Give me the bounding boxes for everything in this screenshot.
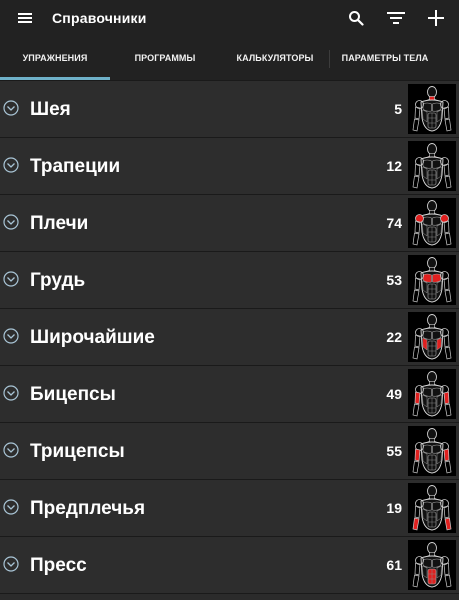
list-item[interactable]: Широчайшие 22 xyxy=(0,309,459,366)
list-item[interactable]: Бицепсы 49 xyxy=(0,366,459,423)
list-item[interactable]: Пресс 61 xyxy=(0,537,459,594)
app-bar-actions xyxy=(345,0,447,36)
chevron-down-icon[interactable] xyxy=(3,157,19,173)
filter-icon[interactable] xyxy=(385,7,407,29)
exercise-count: 49 xyxy=(386,386,402,402)
exercise-count: 55 xyxy=(386,443,402,459)
tab-label: ПАРАМЕТРЫ ТЕЛА xyxy=(341,53,429,63)
muscle-figure-icon xyxy=(408,312,456,362)
muscle-group-label: Предплечья xyxy=(30,498,146,519)
tab-calculators[interactable]: КАЛЬКУЛЯТОРЫ xyxy=(220,36,330,80)
muscle-figure-icon xyxy=(408,369,456,419)
tab-label: ПРОГРАММЫ xyxy=(134,53,196,63)
page-title: Справочники xyxy=(52,10,147,26)
muscle-group-list: Шея 5 Трапеции 12 Плечи 74 Грудь 53 Широ… xyxy=(0,81,459,594)
list-item[interactable]: Плечи 74 xyxy=(0,195,459,252)
muscle-figure-icon xyxy=(408,426,456,476)
muscle-figure-icon xyxy=(408,540,456,590)
muscle-group-label: Пресс xyxy=(30,555,87,576)
tab-body-params[interactable]: ПАРАМЕТРЫ ТЕЛА xyxy=(330,36,440,80)
tab-exercises[interactable]: УПРАЖНЕНИЯ xyxy=(0,36,110,80)
plus-icon[interactable] xyxy=(425,7,447,29)
muscle-figure-icon xyxy=(408,255,456,305)
muscle-group-label: Широчайшие xyxy=(30,327,155,348)
muscle-group-label: Шея xyxy=(30,99,71,120)
menu-icon[interactable] xyxy=(18,11,36,25)
exercise-count: 61 xyxy=(386,557,402,573)
muscle-group-label: Грудь xyxy=(30,270,86,291)
list-item[interactable]: Грудь 53 xyxy=(0,252,459,309)
muscle-figure-icon xyxy=(408,141,456,191)
search-icon[interactable] xyxy=(345,7,367,29)
muscle-group-label: Трицепсы xyxy=(30,441,125,462)
muscle-figure-icon xyxy=(408,483,456,533)
exercise-count: 19 xyxy=(386,500,402,516)
tab-bar: УПРАЖНЕНИЯ ПРОГРАММЫ КАЛЬКУЛЯТОРЫ ПАРАМЕ… xyxy=(0,36,459,81)
chevron-down-icon[interactable] xyxy=(3,556,19,572)
list-item[interactable]: Предплечья 19 xyxy=(0,480,459,537)
muscle-group-label: Бицепсы xyxy=(30,384,116,405)
chevron-down-icon[interactable] xyxy=(3,271,19,287)
muscle-group-label: Трапеции xyxy=(30,156,121,177)
exercise-count: 5 xyxy=(394,101,402,117)
chevron-down-icon[interactable] xyxy=(3,214,19,230)
tab-programs[interactable]: ПРОГРАММЫ xyxy=(110,36,220,80)
tab-label: УПРАЖНЕНИЯ xyxy=(22,53,88,63)
exercise-count: 53 xyxy=(386,272,402,288)
chevron-down-icon[interactable] xyxy=(3,100,19,116)
list-item[interactable]: Шея 5 xyxy=(0,81,459,138)
exercise-count: 12 xyxy=(386,158,402,174)
app-bar: Справочники xyxy=(0,0,459,36)
chevron-down-icon[interactable] xyxy=(3,385,19,401)
list-item[interactable]: Трапеции 12 xyxy=(0,138,459,195)
list-item[interactable]: Трицепсы 55 xyxy=(0,423,459,480)
chevron-down-icon[interactable] xyxy=(3,328,19,344)
muscle-group-label: Плечи xyxy=(30,213,89,234)
chevron-down-icon[interactable] xyxy=(3,442,19,458)
exercise-count: 74 xyxy=(386,215,402,231)
tab-label: КАЛЬКУЛЯТОРЫ xyxy=(236,53,314,63)
chevron-down-icon[interactable] xyxy=(3,499,19,515)
muscle-figure-icon xyxy=(408,198,456,248)
exercise-count: 22 xyxy=(386,329,402,345)
muscle-figure-icon xyxy=(408,84,456,134)
